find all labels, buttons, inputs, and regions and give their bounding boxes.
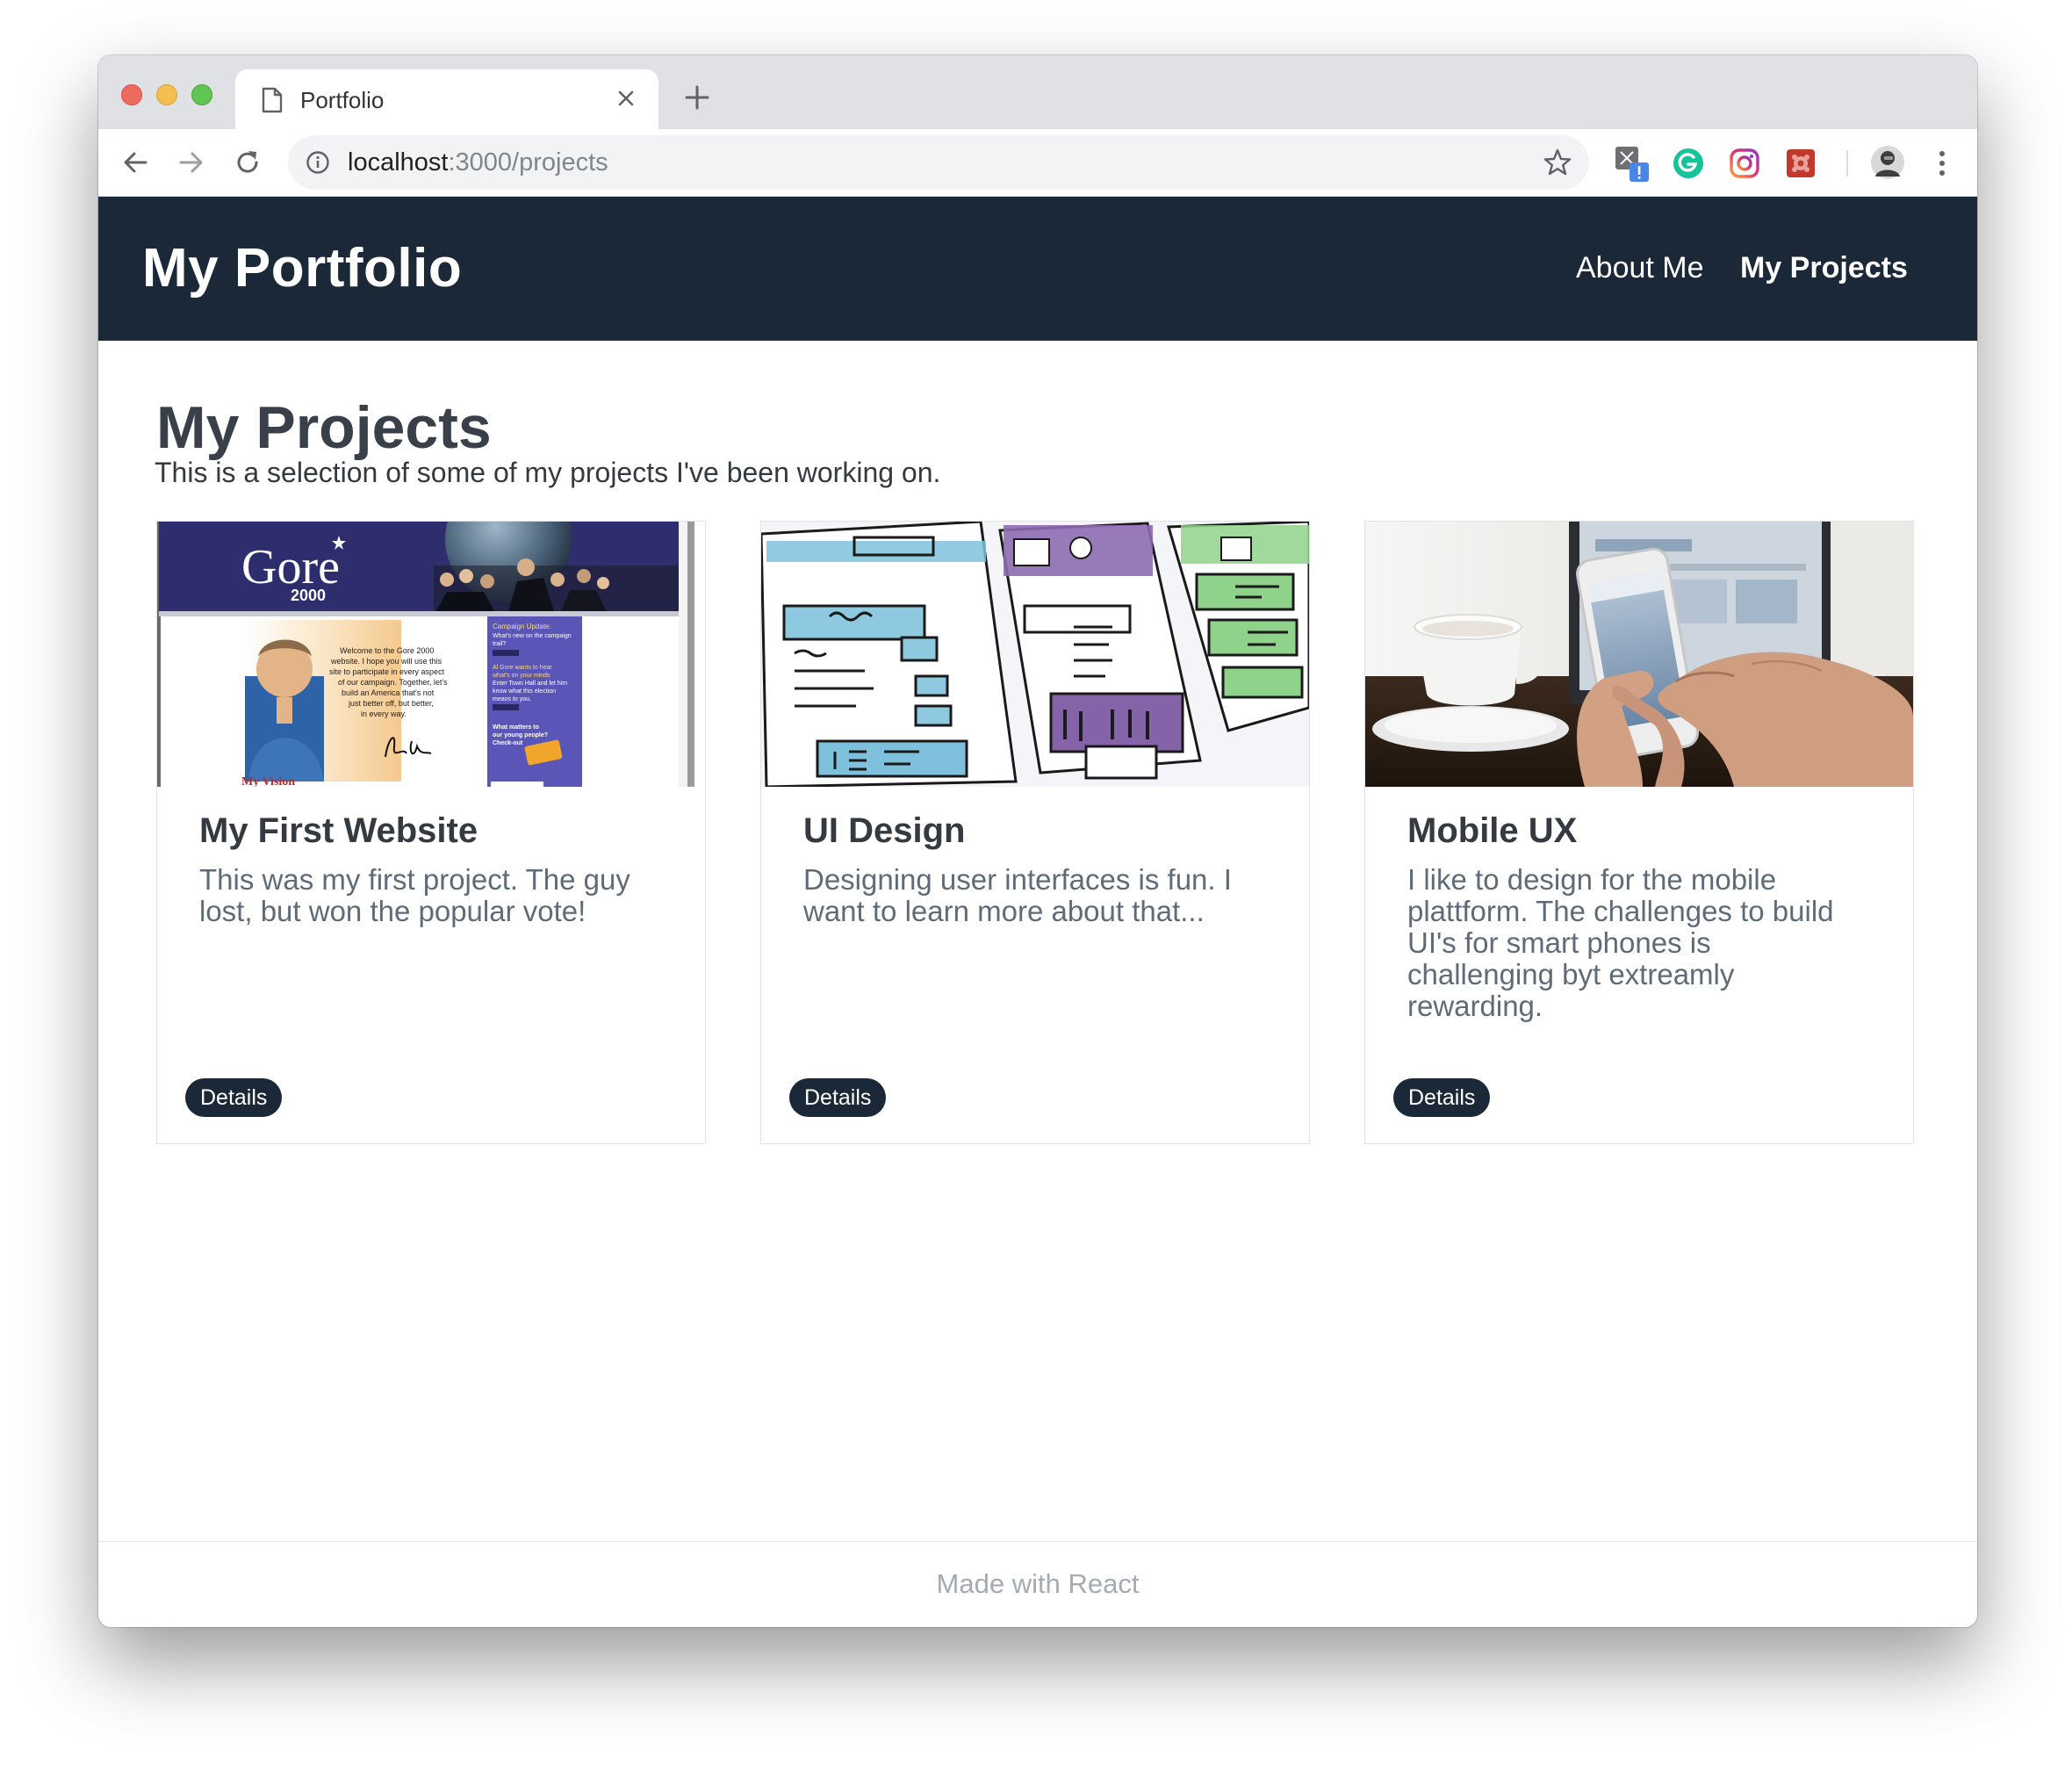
details-button[interactable]: Details <box>185 1078 283 1117</box>
card-title: UI Design <box>803 811 966 850</box>
project-card: Mobile UX I like to design for the mobil… <box>1364 521 1914 1144</box>
svg-text:in every way.: in every way. <box>361 710 406 718</box>
svg-text:know what this election: know what this election <box>493 688 556 695</box>
nav-about-me[interactable]: About Me <box>1576 251 1704 285</box>
svg-text:What matters to: What matters to <box>493 724 539 731</box>
address-bar[interactable]: localhost:3000/projects <box>288 135 1589 190</box>
svg-text:Al Gore wants to hear: Al Gore wants to hear <box>493 665 552 671</box>
url-path: :3000/projects <box>448 148 608 176</box>
svg-text:website. I hope you will use t: website. I hope you will use this <box>330 657 442 666</box>
card-text: Designing user interfaces is fun. I want… <box>803 863 1232 927</box>
project-card: UI Design Designing user interfaces is f… <box>760 521 1310 1144</box>
more-menu-icon[interactable] <box>1933 147 1951 180</box>
card-title: Mobile UX <box>1407 811 1578 850</box>
plus-icon[interactable] <box>681 82 713 113</box>
extension-icon[interactable] <box>1612 143 1652 184</box>
details-button[interactable]: Details <box>789 1078 887 1117</box>
svg-text:What's new on the campaign: What's new on the campaign <box>493 633 572 639</box>
svg-text:our young people?: our young people? <box>493 732 548 738</box>
toolbar-separator <box>1846 150 1848 176</box>
svg-text:build an America that's not: build an America that's not <box>342 688 435 697</box>
info-icon[interactable] <box>306 150 330 175</box>
svg-text:of our campaign. Together, let: of our campaign. Together, let's <box>338 678 448 687</box>
page-icon <box>262 87 283 113</box>
card-title: My First Website <box>199 811 478 850</box>
svg-text:Enter Town Hall and let him: Enter Town Hall and let him <box>493 681 567 687</box>
svg-text:Check-out: Check-out <box>493 740 523 746</box>
footer-text: Made with React <box>936 1568 1140 1599</box>
nav-my-projects[interactable]: My Projects <box>1740 251 1908 285</box>
page-subtitle: This is a selection of some of my projec… <box>155 457 941 488</box>
star-icon[interactable] <box>1542 147 1573 178</box>
url-text: localhost:3000/projects <box>348 148 608 177</box>
site-footer: Made with React <box>98 1541 1977 1627</box>
svg-text:Welcome to the Gore 2000: Welcome to the Gore 2000 <box>340 646 434 655</box>
project-card: Gore 2000 Welcome to the Gore 2000 websi… <box>156 521 706 1144</box>
gore-year-text: 2000 <box>291 587 326 604</box>
svg-text:site to participate in every a: site to participate in every aspect <box>329 667 445 676</box>
svg-text:just better off, but better,: just better off, but better, <box>348 699 434 708</box>
reload-icon[interactable] <box>232 147 263 178</box>
svg-text:what's on your minds: what's on your minds <box>492 673 550 679</box>
project-image-ui-sketches <box>761 522 1309 787</box>
url-host: localhost <box>348 148 449 176</box>
browser-toolbar: localhost:3000/projects <box>98 129 1977 197</box>
grammarly-icon[interactable] <box>1672 147 1705 180</box>
gore-2000-screenshot: Gore 2000 Welcome to the Gore 2000 websi… <box>157 522 705 787</box>
card-text: I like to design for the mobile plattfor… <box>1407 863 1834 1022</box>
svg-text:means to you.: means to you. <box>493 696 531 702</box>
project-image-gore-website: Gore 2000 Welcome to the Gore 2000 websi… <box>157 522 705 787</box>
card-text: This was my first project. The guy lost,… <box>199 863 630 927</box>
my-vision-caption: My Vision <box>241 775 295 787</box>
smartphone-in-hands-image <box>1365 522 1913 787</box>
close-window-button[interactable] <box>121 84 142 105</box>
instagram-icon[interactable] <box>1728 147 1761 180</box>
minimize-window-button[interactable] <box>156 84 177 105</box>
site-header: My Portfolio About Me My Projects <box>98 197 1977 341</box>
brand-link[interactable]: My Portfolio <box>142 237 462 299</box>
ui-wireframe-sketch-image <box>761 522 1309 787</box>
maximize-window-button[interactable] <box>191 84 212 105</box>
svg-text:trail?: trail? <box>493 641 506 647</box>
browser-window: Portfolio localhost:3000/projects My Por… <box>98 55 1977 1627</box>
tab-title: Portfolio <box>300 87 385 113</box>
page-title: My Projects <box>156 394 492 461</box>
details-button[interactable]: Details <box>1393 1078 1491 1117</box>
tab-strip: Portfolio <box>98 55 1977 129</box>
project-image-mobile-phone <box>1365 522 1913 787</box>
close-icon[interactable] <box>611 83 641 113</box>
browser-tab[interactable]: Portfolio <box>235 69 658 129</box>
devtools-icon[interactable] <box>1784 147 1817 180</box>
back-arrow-icon[interactable] <box>119 147 151 178</box>
svg-text:Campaign Update:: Campaign Update: <box>493 623 551 630</box>
forward-arrow-icon[interactable] <box>176 147 207 178</box>
profile-avatar[interactable] <box>1870 145 1905 180</box>
